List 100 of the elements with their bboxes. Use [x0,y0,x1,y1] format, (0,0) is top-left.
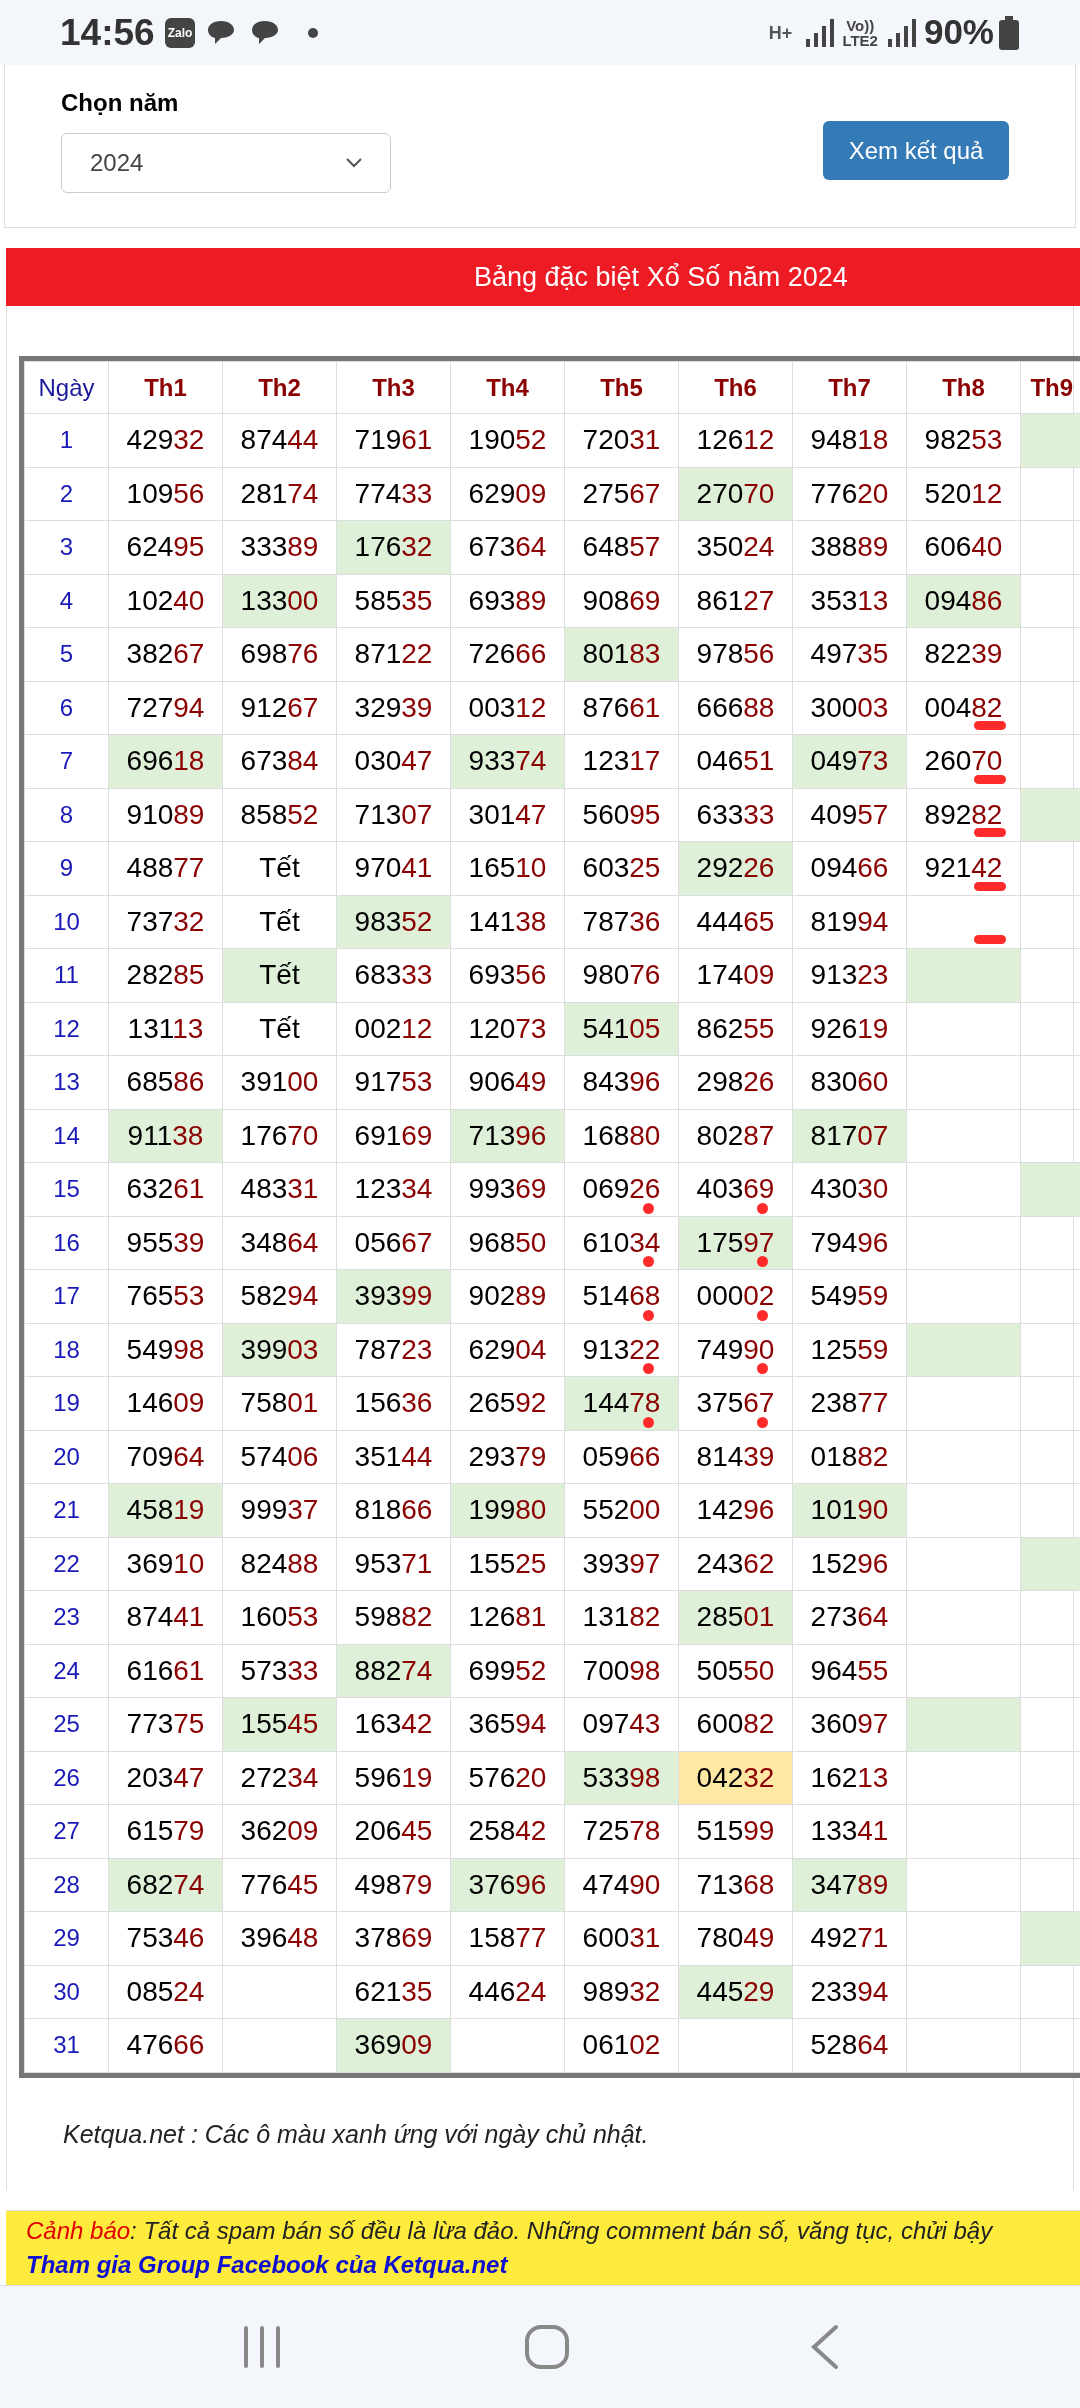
lottery-number: 33389 [240,531,319,563]
lottery-number: 82488 [240,1547,319,1579]
lottery-number: 79496 [810,1226,889,1258]
lottery-number: 60082 [696,1708,775,1740]
lottery-number: 49271 [810,1922,889,1954]
lottery-number: 83060 [810,1066,889,1098]
lottery-number: 36209 [240,1815,319,1847]
lottery-number: 27070 [696,477,775,509]
lottery-number: 15545 [240,1708,319,1740]
lottery-number: 69169 [354,1119,433,1151]
lottery-number: 84396 [582,1066,661,1098]
lottery-number: 12317 [582,745,661,777]
day-cell: 4 [24,574,109,628]
lottery-number: 62495 [126,531,205,563]
lottery-number: 87444 [240,424,319,456]
lottery-number: 90869 [582,584,661,616]
home-icon[interactable] [524,2324,570,2370]
lottery-number: 69618 [126,745,205,777]
lottery-number: 92619 [810,1012,889,1044]
holiday-label: Tết [259,959,300,991]
day-cell: 10 [24,895,109,949]
lottery-number: 12612 [696,424,775,456]
lottery-number: 91267 [240,691,319,723]
lottery-number: 80183 [582,638,661,670]
lottery-number: 63261 [126,1173,205,1205]
lottery-number: 72794 [126,691,205,723]
lottery-number: 56095 [582,798,661,830]
lottery-number: 17597 [696,1226,775,1258]
lottery-number: 37696 [468,1868,547,1900]
day-cell: 17 [24,1269,109,1323]
lottery-number: 99369 [468,1173,547,1205]
lottery-number: 93374 [468,745,547,777]
lottery-number: 16342 [354,1708,433,1740]
lottery-number: 62135 [354,1975,433,2007]
lottery-number: 57333 [240,1654,319,1686]
lottery-number: 98076 [582,959,661,991]
lottery-number: 91323 [810,959,889,991]
lottery-number: 86127 [696,584,775,616]
lottery-number: 57406 [240,1440,319,1472]
column-header: Th8 [906,361,1021,414]
lottery-number: 48331 [240,1173,319,1205]
facebook-group-link[interactable]: Tham gia Group Facebook của Ketqua.net [26,2248,508,2282]
lottery-number: 20347 [126,1761,205,1793]
year-select[interactable]: 2024 [61,133,391,193]
back-icon[interactable] [810,2324,840,2370]
lottery-number: 30147 [468,798,547,830]
lottery-number: 77645 [240,1868,319,1900]
lottery-number: 70964 [126,1440,205,1472]
holiday-label: Tết [259,905,300,937]
lottery-number: 12073 [468,1012,547,1044]
lottery-number: 91089 [126,798,205,830]
lottery-number: 12559 [810,1333,889,1365]
lottery-number: 39397 [582,1547,661,1579]
lottery-number: 32939 [354,691,433,723]
lottery-number: 27567 [582,477,661,509]
lottery-number: 54105 [582,1012,661,1044]
day-cell: 13 [24,1055,109,1109]
view-results-button[interactable]: Xem kết quả [823,121,1009,180]
day-cell: 9 [24,841,109,895]
lottery-number: 13182 [582,1601,661,1633]
lottery-number: 24362 [696,1547,775,1579]
lottery-number: 92142 [924,852,1003,884]
lottery-number: 66688 [696,691,775,723]
lottery-number: 47666 [126,2029,205,2061]
day-cell: 15 [24,1162,109,1216]
lottery-number: 98932 [582,1975,661,2007]
lottery-number: 29379 [468,1440,547,1472]
day-cell: 28 [24,1858,109,1912]
lottery-number: 06926 [582,1173,661,1205]
day-cell: 6 [24,681,109,735]
day-cell: 14 [24,1109,109,1163]
day-cell: 3 [24,520,109,574]
column-header: Th5 [564,361,679,414]
lottery-number: 94818 [810,424,889,456]
holiday-label: Tết [259,852,300,884]
column-header: Th1 [108,361,223,414]
lottery-number: 96455 [810,1654,889,1686]
lottery-number: 25842 [468,1815,547,1847]
lottery-number: 30003 [810,691,889,723]
column-header: Th9 [1020,361,1080,414]
signal-icon [885,16,916,49]
day-cell: 26 [24,1751,109,1805]
lottery-number: 78723 [354,1333,433,1365]
column-header: Th4 [450,361,565,414]
lottery-number: 09486 [924,584,1003,616]
lottery-number: 82239 [924,638,1003,670]
lottery-number: 23877 [810,1387,889,1419]
day-cell: 16 [24,1216,109,1270]
lottery-number: 62909 [468,477,547,509]
lottery-number: 49879 [354,1868,433,1900]
lottery-number: 71961 [354,424,433,456]
lottery-number: 15525 [468,1547,547,1579]
lottery-number: 91753 [354,1066,433,1098]
lottery-number: 81439 [696,1440,775,1472]
lottery-number: 16880 [582,1119,661,1151]
lottery-number: 60325 [582,852,661,884]
lottery-number: 58294 [240,1280,319,1312]
warning-text: : Tất cả spam bán số đều là lừa đảo. Những comment bán số, văng tục, chửi bậy [130,2216,993,2246]
lottery-number: 14478 [582,1387,661,1419]
day-cell: 30 [24,1965,109,2019]
